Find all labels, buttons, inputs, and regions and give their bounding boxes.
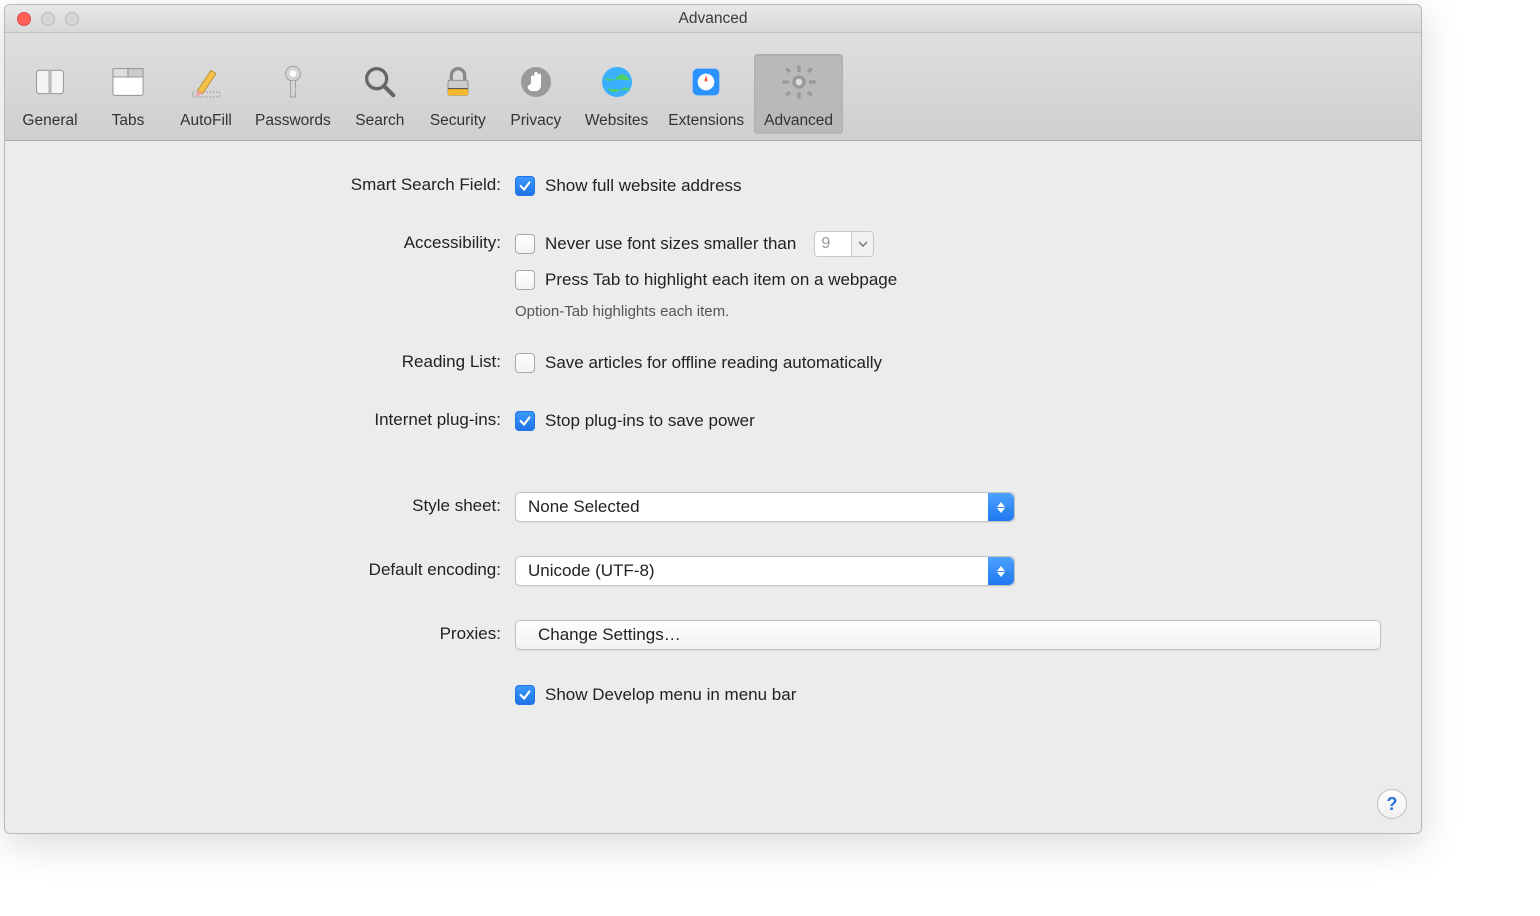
maximize-button[interactable]: [65, 12, 79, 26]
checkbox-icon: [515, 270, 535, 290]
content-pane: Smart Search Field: Show full website ad…: [5, 141, 1421, 750]
toolbar-search[interactable]: Search: [341, 54, 419, 134]
hand-icon: [512, 58, 560, 106]
key-icon: [269, 58, 317, 106]
reading-list-label: Reading List:: [45, 348, 515, 372]
plugins-label: Internet plug-ins:: [45, 406, 515, 430]
toolbar-security[interactable]: Security: [419, 54, 497, 134]
toolbar-label: Privacy: [510, 112, 561, 130]
toolbar-label: Extensions: [668, 112, 744, 130]
checkbox-icon: [515, 411, 535, 431]
window-title: Advanced: [5, 10, 1421, 28]
switch-icon: [26, 58, 74, 106]
checkbox-icon: [515, 176, 535, 196]
magnifier-icon: [356, 58, 404, 106]
proxies-label: Proxies:: [45, 620, 515, 644]
toolbar-label: Security: [430, 112, 486, 130]
traffic-lights: [5, 12, 79, 26]
minimize-button[interactable]: [41, 12, 55, 26]
select-arrows-icon: [988, 493, 1014, 521]
help-icon: ?: [1387, 794, 1398, 815]
puzzle-icon: [682, 58, 730, 106]
toolbar-privacy[interactable]: Privacy: [497, 54, 575, 134]
toolbar-websites[interactable]: Websites: [575, 54, 658, 134]
toolbar-autofill[interactable]: AutoFill: [167, 54, 245, 134]
button-label: Change Settings…: [538, 625, 681, 645]
toolbar-label: Search: [355, 112, 404, 130]
toolbar-label: AutoFill: [180, 112, 232, 130]
chevron-down-icon[interactable]: [851, 232, 873, 256]
toolbar-advanced[interactable]: Advanced: [754, 54, 843, 134]
select-arrows-icon: [988, 557, 1014, 585]
option-label: Never use font sizes smaller than: [545, 234, 796, 254]
option-label: Save articles for offline reading automa…: [545, 353, 882, 373]
min-font-input[interactable]: [815, 232, 851, 256]
toolbar-label: Advanced: [764, 112, 833, 130]
accessibility-hint: Option-Tab highlights each item.: [515, 301, 1381, 320]
checkbox-icon: [515, 234, 535, 254]
press-tab-option[interactable]: Press Tab to highlight each item on a we…: [515, 265, 1381, 295]
option-label: Show full website address: [545, 176, 742, 196]
titlebar: Advanced: [5, 5, 1421, 33]
style-sheet-select[interactable]: None Selected: [515, 492, 1015, 522]
min-font-option[interactable]: Never use font sizes smaller than: [515, 234, 796, 254]
select-value: None Selected: [528, 497, 640, 517]
pencil-icon: [182, 58, 230, 106]
encoding-select[interactable]: Unicode (UTF-8): [515, 556, 1015, 586]
toolbar-extensions[interactable]: Extensions: [658, 54, 754, 134]
min-font-size-field[interactable]: [814, 231, 874, 257]
show-full-address-option[interactable]: Show full website address: [515, 171, 1381, 201]
toolbar-label: Websites: [585, 112, 648, 130]
smart-search-label: Smart Search Field:: [45, 171, 515, 195]
toolbar: General Tabs AutoFill Passwords Search: [5, 33, 1421, 141]
help-button[interactable]: ?: [1377, 789, 1407, 819]
accessibility-label: Accessibility:: [45, 229, 515, 253]
toolbar-label: Tabs: [112, 112, 145, 130]
preferences-window: Advanced General Tabs AutoFill Passwords: [4, 4, 1422, 834]
gear-icon: [775, 58, 823, 106]
toolbar-label: General: [22, 112, 77, 130]
tabs-icon: [104, 58, 152, 106]
develop-menu-option[interactable]: Show Develop menu in menu bar: [515, 680, 1381, 710]
option-label: Stop plug-ins to save power: [545, 411, 755, 431]
option-label: Show Develop menu in menu bar: [545, 685, 796, 705]
change-settings-button[interactable]: Change Settings…: [515, 620, 1381, 650]
close-button[interactable]: [17, 12, 31, 26]
encoding-label: Default encoding:: [45, 556, 515, 580]
toolbar-general[interactable]: General: [11, 54, 89, 134]
globe-icon: [593, 58, 641, 106]
toolbar-label: Passwords: [255, 112, 331, 130]
offline-reading-option[interactable]: Save articles for offline reading automa…: [515, 348, 1381, 378]
checkbox-icon: [515, 353, 535, 373]
option-label: Press Tab to highlight each item on a we…: [545, 270, 897, 290]
style-sheet-label: Style sheet:: [45, 492, 515, 516]
select-value: Unicode (UTF-8): [528, 561, 655, 581]
lock-icon: [434, 58, 482, 106]
stop-plugins-option[interactable]: Stop plug-ins to save power: [515, 406, 1381, 436]
toolbar-tabs[interactable]: Tabs: [89, 54, 167, 134]
toolbar-passwords[interactable]: Passwords: [245, 54, 341, 134]
checkbox-icon: [515, 685, 535, 705]
